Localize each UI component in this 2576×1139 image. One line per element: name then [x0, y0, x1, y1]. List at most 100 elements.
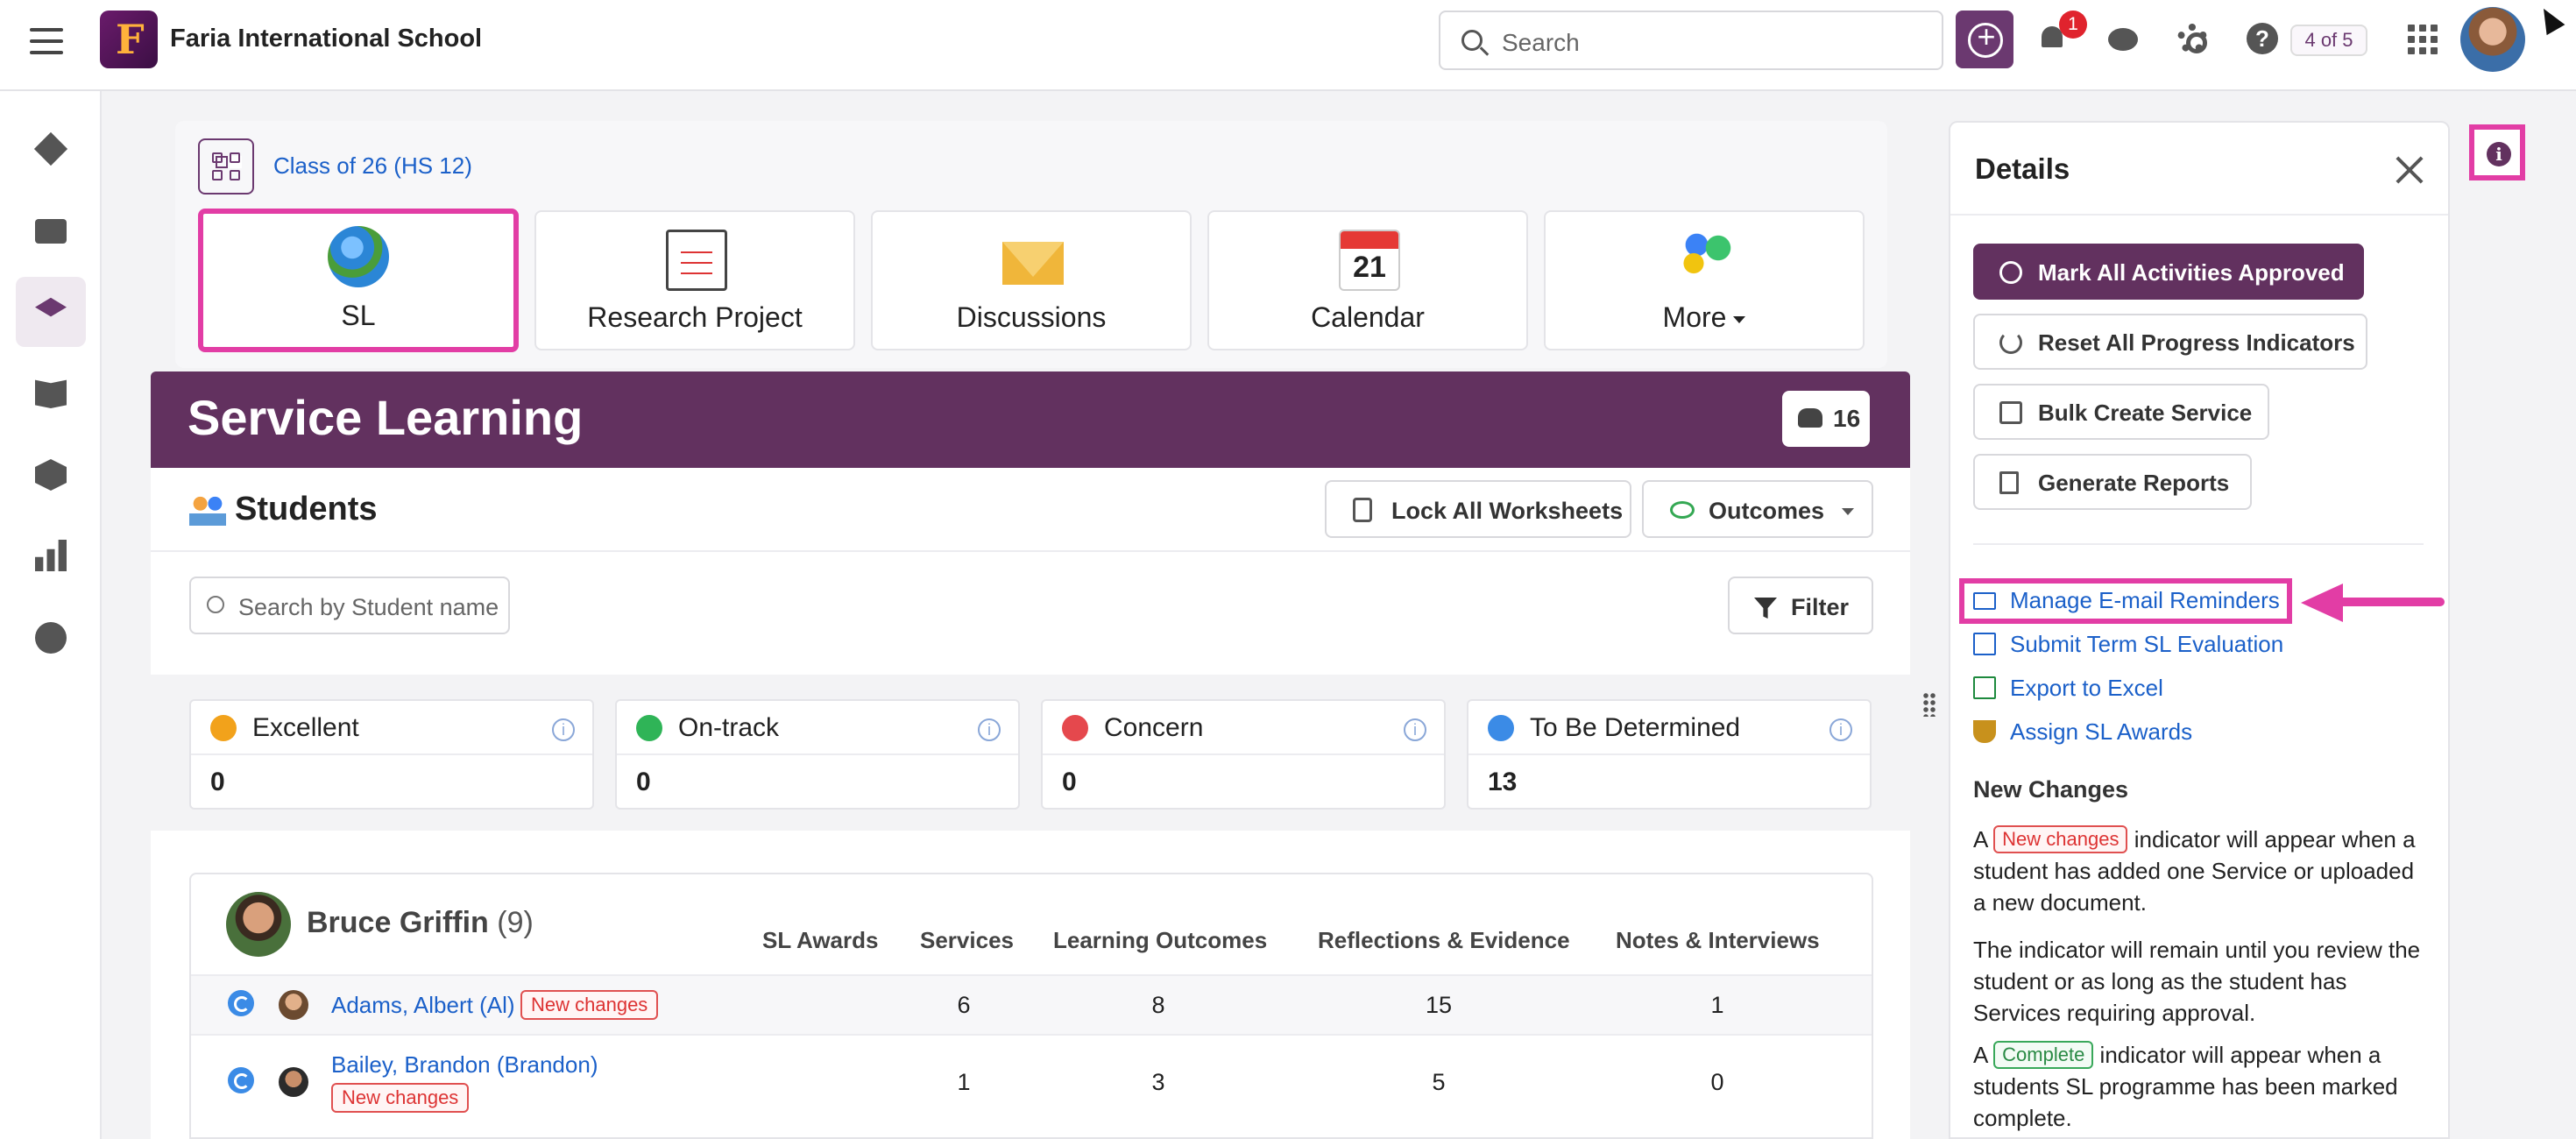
highlight-box	[1959, 578, 2292, 624]
messages-button[interactable]	[2105, 19, 2143, 58]
status-value: 0	[1062, 768, 1077, 796]
generate-reports-button[interactable]: Generate Reports	[1973, 454, 2252, 510]
info-icon[interactable]: i	[978, 718, 1001, 741]
page-title: Service Learning	[188, 390, 584, 445]
student-name-link[interactable]: Adams, Albert (Al)	[331, 992, 515, 1019]
clipboard-icon	[666, 230, 727, 291]
info-icon[interactable]: i	[1829, 718, 1852, 741]
notes-count: 1	[1710, 992, 1724, 1018]
global-search-input[interactable]: Search	[1439, 11, 1943, 70]
column-header[interactable]: Notes & Interviews	[1616, 927, 1820, 954]
info-icon: i	[2487, 142, 2511, 166]
cube-icon	[35, 459, 67, 491]
outcomes-count: 3	[1151, 1069, 1165, 1095]
trophy-icon	[210, 715, 237, 741]
tile-more[interactable]: More	[1544, 210, 1865, 350]
student-count-badge[interactable]: 16	[1782, 391, 1870, 447]
apps-grid-icon[interactable]	[2408, 25, 2438, 54]
info-icon[interactable]: i	[552, 718, 575, 741]
outcomes-dropdown[interactable]: Outcomes	[1642, 480, 1873, 538]
student-name-link[interactable]: Bailey, Brandon (Brandon)	[331, 1051, 598, 1079]
student-search-input[interactable]: Search by Student name	[189, 577, 510, 634]
class-grid-icon[interactable]	[198, 138, 254, 195]
column-header[interactable]: Reflections & Evidence	[1318, 927, 1570, 954]
resize-handle-icon[interactable]	[1922, 692, 1936, 717]
sidebar-item-students[interactable]	[16, 277, 86, 347]
gear-icon	[2177, 24, 2207, 53]
button-label: Outcomes	[1709, 498, 1825, 524]
tile-research-project[interactable]: Research Project	[534, 210, 855, 350]
help-button[interactable]: ?	[2243, 19, 2282, 58]
button-label: Bulk Create Service	[2038, 400, 2253, 426]
status-value: 0	[210, 768, 225, 796]
lock-all-worksheets-button[interactable]: Lock All Worksheets	[1325, 480, 1631, 538]
chevron-down-icon	[1733, 315, 1746, 323]
new-changes-badge: New changes	[331, 1083, 470, 1113]
avatar	[279, 1067, 308, 1097]
chat-icon	[2108, 28, 2138, 51]
tile-sl[interactable]: SL	[198, 209, 519, 352]
briefcase-icon	[35, 219, 67, 244]
school-logo[interactable]: F	[100, 11, 158, 68]
status-card-excellent[interactable]: Excellent i 0	[189, 699, 594, 810]
teacher-name: Bruce Griffin (9)	[307, 906, 534, 939]
chevron-down-icon	[1842, 508, 1854, 515]
flag-icon	[1062, 715, 1088, 741]
tile-discussions[interactable]: Discussions	[871, 210, 1192, 350]
column-header[interactable]: Services	[920, 927, 1014, 954]
services-count: 1	[957, 1069, 971, 1095]
info-icon[interactable]: i	[1404, 718, 1426, 741]
sidebar-item-explore[interactable]	[16, 603, 86, 673]
services-count: 6	[957, 992, 971, 1018]
sidebar-item-reports[interactable]	[16, 520, 86, 591]
divider	[151, 550, 1910, 552]
tour-pager[interactable]: 4 of 5	[2290, 25, 2367, 56]
add-button[interactable]	[1956, 11, 2013, 68]
graduation-cap-icon	[35, 297, 67, 317]
envelope-icon	[1002, 242, 1064, 285]
bulk-create-service-button[interactable]: Bulk Create Service	[1973, 384, 2269, 440]
complete-description: A Complete indicator will appear when a …	[1973, 1041, 2398, 1131]
close-icon[interactable]	[2394, 154, 2425, 186]
mark-all-activities-approved-button[interactable]: Mark All Activities Approved	[1973, 244, 2364, 300]
sidebar-item-curriculum[interactable]	[16, 357, 86, 428]
new-changes-description: A New changes indicator will appear when…	[1973, 825, 2416, 916]
table-row[interactable]	[191, 1034, 1872, 1128]
button-label: Generate Reports	[2038, 470, 2230, 496]
student-count: 16	[1833, 405, 1861, 432]
notifications-button[interactable]: 1	[2035, 11, 2087, 58]
link-label: Submit Term SL Evaluation	[2010, 631, 2284, 657]
reset-all-progress-indicators-button[interactable]: Reset All Progress Indicators	[1973, 314, 2367, 370]
tile-label: Calendar	[1311, 301, 1425, 333]
column-header[interactable]: Learning Outcomes	[1053, 927, 1267, 954]
refresh-icon	[1488, 715, 1514, 741]
new-changes-heading: New Changes	[1973, 776, 2129, 803]
sidebar-item-resources[interactable]	[16, 440, 86, 510]
indicator-persistence-text: The indicator will remain until you revi…	[1973, 937, 2421, 1026]
status-card-on-track[interactable]: On-track i 0	[615, 699, 1020, 810]
tile-calendar[interactable]: Calendar	[1207, 210, 1528, 350]
status-card-concern[interactable]: Concern i 0	[1041, 699, 1446, 810]
details-toggle-button[interactable]: i	[2469, 124, 2525, 180]
school-name[interactable]: Faria International School	[170, 25, 482, 53]
user-avatar[interactable]	[2460, 7, 2525, 72]
search-icon	[207, 596, 224, 613]
tile-label: SL	[341, 300, 376, 331]
status-label: Concern	[1104, 713, 1204, 742]
sidebar-item-dashboard[interactable]	[16, 114, 86, 184]
calendar-icon	[1339, 230, 1400, 291]
search-placeholder: Search	[1502, 29, 1580, 56]
sidebar-item-portfolio[interactable]	[16, 195, 86, 265]
users-icon	[1798, 408, 1822, 428]
column-header[interactable]: SL Awards	[762, 927, 878, 954]
settings-button[interactable]	[2173, 19, 2212, 58]
menu-icon[interactable]	[30, 28, 63, 54]
pointer-arrow-icon	[2301, 584, 2446, 622]
status-label: Excellent	[252, 713, 359, 742]
filter-icon	[1754, 598, 1777, 619]
class-link[interactable]: Class of 26 (HS 12)	[273, 152, 472, 180]
filter-button[interactable]: Filter	[1728, 577, 1873, 634]
status-card-to-be-determined[interactable]: To Be Determined i 13	[1467, 699, 1872, 810]
globe-icon	[328, 226, 389, 287]
new-changes-badge: New changes	[1993, 825, 2128, 853]
